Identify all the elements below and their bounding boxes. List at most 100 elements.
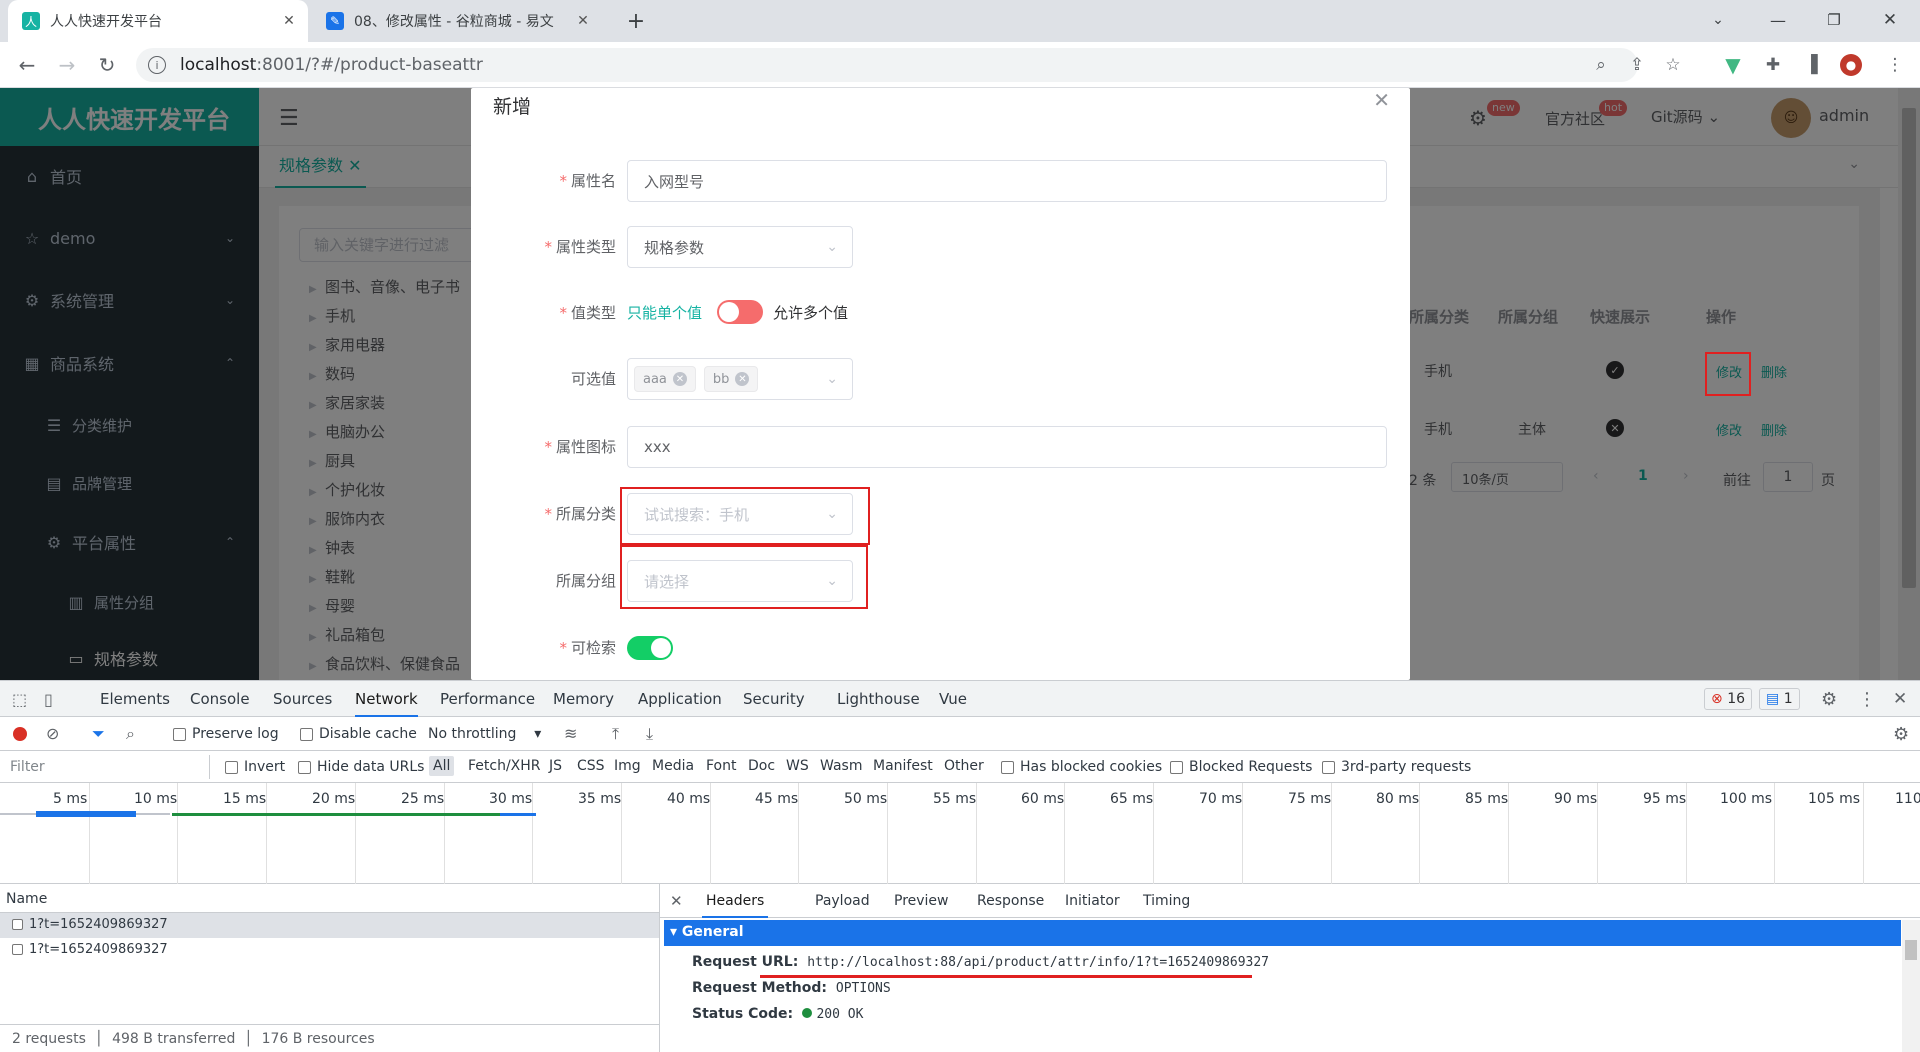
browser-menu-icon[interactable]: ⋮	[1884, 54, 1906, 76]
reload-icon[interactable]: ↻	[90, 42, 124, 88]
filter-icon[interactable]: ⏷	[92, 724, 105, 744]
attr-name-input[interactable]: 入网型号	[627, 160, 1387, 202]
invert-checkbox[interactable]: Invert	[225, 759, 285, 775]
remove-tag-icon[interactable]: ✕	[672, 372, 687, 386]
type-filter-other[interactable]: Other	[944, 758, 984, 774]
summary-requests: 2 requests	[12, 1031, 86, 1047]
forward-icon[interactable]: →	[50, 42, 84, 88]
clear-icon[interactable]: ⊘	[46, 724, 59, 743]
type-filter-css[interactable]: CSS	[577, 758, 605, 774]
message-count-badge[interactable]: ▤ 1	[1759, 688, 1800, 710]
extensions-icon[interactable]: ✚	[1762, 54, 1784, 76]
zoom-icon[interactable]: ⌕	[1590, 54, 1612, 76]
type-filter-ws[interactable]: WS	[786, 758, 809, 774]
detail-tab-headers[interactable]: Headers	[702, 884, 769, 918]
profile-avatar-icon[interactable]: ●	[1840, 54, 1862, 76]
detail-tab-response[interactable]: Response	[977, 884, 1044, 918]
site-info-icon[interactable]: i	[148, 56, 166, 74]
close-icon[interactable]: ✕	[1373, 88, 1390, 112]
devtools-tab-network[interactable]: Network	[355, 681, 418, 717]
detail-tab-payload[interactable]: Payload	[815, 884, 870, 918]
request-row[interactable]: 1?t=1652409869327	[0, 938, 659, 963]
devtools-tab-sources[interactable]: Sources	[273, 681, 332, 717]
devtools-tab-console[interactable]: Console	[190, 681, 250, 717]
value-type-single-label[interactable]: 只能单个值	[627, 302, 702, 323]
tab-search-icon[interactable]: ⌄	[1706, 8, 1730, 32]
error-count-badge[interactable]: ⊗ 16	[1704, 688, 1753, 710]
type-filter-img[interactable]: Img	[614, 758, 641, 774]
browser-tab-active[interactable]: 人 人人快速开发平台 ✕	[8, 0, 308, 42]
hide-data-urls-checkbox[interactable]: Hide data URLs	[298, 759, 424, 775]
network-settings-icon[interactable]: ⚙	[1893, 724, 1909, 745]
remove-tag-icon[interactable]: ✕	[735, 372, 750, 386]
bookmark-star-icon[interactable]: ☆	[1662, 54, 1684, 76]
devtools-tab-vue[interactable]: Vue	[939, 681, 967, 717]
minimize-icon[interactable]: —	[1766, 8, 1790, 32]
attr-type-select[interactable]: 规格参数 ⌄	[627, 226, 853, 268]
close-tab-icon[interactable]: ✕	[574, 13, 592, 29]
wifi-icon[interactable]: ≋	[564, 724, 577, 743]
throttling-select[interactable]: No throttling ▾	[428, 726, 541, 742]
device-toolbar-icon[interactable]: ▯	[44, 690, 53, 709]
scrollbar-thumb[interactable]	[1905, 940, 1917, 960]
type-filter-all[interactable]: All	[429, 756, 455, 776]
tick-label: 80 ms	[1376, 791, 1420, 807]
name-column-header[interactable]: Name	[0, 884, 659, 913]
address-bar[interactable]: i localhost:8001/?#/product-baseattr ⌕ ⇪…	[136, 48, 1681, 82]
tick-label: 25 ms	[401, 791, 445, 807]
detail-tab-timing[interactable]: Timing	[1143, 884, 1190, 918]
preserve-log-checkbox[interactable]: Preserve log	[173, 726, 279, 742]
detail-scrollbar[interactable]	[1902, 920, 1920, 1052]
devtools-tab-security[interactable]: Security	[743, 681, 805, 717]
general-section-header[interactable]: ▾ General	[664, 920, 1901, 946]
searchable-switch[interactable]	[627, 636, 673, 660]
devtools-tab-elements[interactable]: Elements	[100, 681, 170, 717]
type-filter-wasm[interactable]: Wasm	[820, 758, 862, 774]
gear-icon[interactable]: ⚙	[1821, 689, 1837, 710]
close-tab-icon[interactable]: ✕	[280, 13, 298, 29]
tick-label: 60 ms	[1021, 791, 1065, 807]
field-label: * 属性图标	[544, 438, 616, 456]
tick-label: 15 ms	[223, 791, 267, 807]
upload-icon[interactable]: ⤒	[612, 724, 619, 744]
value-type-switch[interactable]	[717, 300, 763, 324]
devtools-tab-application[interactable]: Application	[638, 681, 722, 717]
share-icon[interactable]: ⇪	[1626, 54, 1648, 76]
new-tab-icon[interactable]: +	[624, 9, 648, 34]
close-icon[interactable]: ✕	[670, 892, 683, 910]
type-filter-doc[interactable]: Doc	[748, 758, 775, 774]
type-filter-font[interactable]: Font	[706, 758, 736, 774]
inspect-icon[interactable]: ⬚	[12, 690, 27, 709]
side-panel-icon[interactable]: ▐	[1800, 54, 1822, 76]
download-icon[interactable]: ⤓	[646, 724, 653, 744]
blocked-cookies-checkbox[interactable]: Has blocked cookies	[1001, 759, 1162, 775]
network-timeline: 5 ms 10 ms 15 ms 20 ms 25 ms 30 ms 35 ms…	[0, 783, 1920, 884]
record-icon[interactable]	[13, 727, 27, 741]
more-icon[interactable]: ⋮	[1858, 689, 1876, 710]
type-filter-manifest[interactable]: Manifest	[873, 758, 933, 774]
devtools-tab-performance[interactable]: Performance	[440, 681, 535, 717]
devtools-tab-lighthouse[interactable]: Lighthouse	[837, 681, 920, 717]
value-type-multi-label[interactable]: 允许多个值	[773, 302, 848, 323]
blocked-requests-checkbox[interactable]: Blocked Requests	[1170, 759, 1312, 775]
network-filter-input[interactable]: Filter	[4, 755, 210, 779]
restore-icon[interactable]: ❐	[1822, 8, 1846, 32]
options-select[interactable]: aaa ✕ bb ✕ ⌄	[627, 358, 853, 400]
detail-tab-preview[interactable]: Preview	[894, 884, 949, 918]
search-icon[interactable]: ⌕	[126, 724, 135, 744]
close-icon[interactable]: ✕	[1893, 689, 1907, 709]
window-close-icon[interactable]: ✕	[1878, 8, 1902, 32]
type-filter-media[interactable]: Media	[652, 758, 694, 774]
attr-icon-input[interactable]: xxx	[627, 426, 1387, 468]
disable-cache-checkbox[interactable]: Disable cache	[300, 726, 417, 742]
tick-label: 5 ms	[53, 791, 88, 807]
devtools-tab-memory[interactable]: Memory	[553, 681, 614, 717]
type-filter-js[interactable]: JS	[549, 758, 562, 774]
type-filter-xhr[interactable]: Fetch/XHR	[468, 758, 541, 774]
detail-tab-initiator[interactable]: Initiator	[1065, 884, 1120, 918]
third-party-checkbox[interactable]: 3rd-party requests	[1322, 759, 1471, 775]
vue-extension-icon[interactable]: ▼	[1722, 53, 1744, 77]
request-row-selected[interactable]: 1?t=1652409869327	[0, 913, 659, 938]
browser-tab[interactable]: ✎ 08、修改属性 - 谷粒商城 - 易文 ✕	[312, 0, 602, 42]
back-icon[interactable]: ←	[10, 42, 44, 88]
